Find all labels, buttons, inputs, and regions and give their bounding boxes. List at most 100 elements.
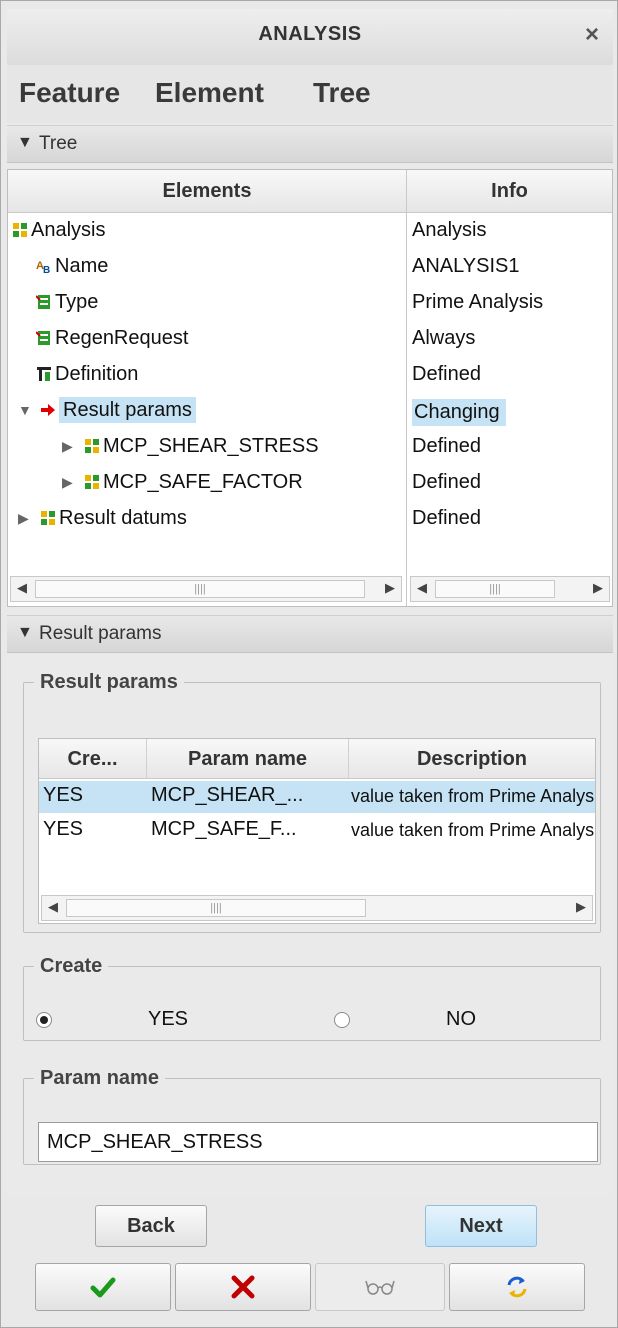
tree-row-mcp-shear-stress[interactable]: ▶ MCP_SHEAR_STRESS Defined <box>8 430 612 466</box>
tree-label: MCP_SHEAR_STRESS <box>103 435 319 457</box>
next-button[interactable]: Next <box>425 1205 537 1247</box>
tree-section-label: Tree <box>39 133 78 154</box>
create-cell: YES <box>43 818 84 840</box>
elements-horizontal-scrollbar[interactable]: ◀ |||| ▶ <box>10 576 402 602</box>
scroll-right-icon[interactable]: ▶ <box>593 580 603 596</box>
tree-label: Result params <box>59 397 196 423</box>
tree-info: Analysis <box>412 219 487 241</box>
menu-bar: Feature Element Tree <box>7 65 613 123</box>
expand-triangle-icon[interactable]: ▶ <box>62 474 73 491</box>
ok-button[interactable] <box>35 1263 171 1311</box>
param-icon <box>85 475 99 489</box>
option-icon <box>36 331 50 345</box>
definition-icon <box>37 367 51 381</box>
elements-column-header[interactable]: Elements <box>8 170 406 213</box>
tree-info: Changing <box>412 399 506 426</box>
tree-info: Defined <box>412 471 481 493</box>
option-icon <box>36 295 50 309</box>
scroll-left-icon[interactable]: ◀ <box>417 580 427 596</box>
tree-row-result-params[interactable]: ▼ Result params Changing <box>8 394 612 430</box>
tree-row-result-datums[interactable]: ▶ Result datums Defined <box>8 502 612 538</box>
param-icon <box>85 439 99 453</box>
result-params-table: Cre... Param name Description YES MCP_SH… <box>38 738 596 924</box>
expand-triangle-icon[interactable]: ▶ <box>62 438 73 455</box>
table-row[interactable]: YES MCP_SAFE_F... value taken from Prime… <box>39 815 595 847</box>
scroll-thumb[interactable]: |||| <box>35 580 365 598</box>
scroll-thumb[interactable]: |||| <box>66 899 366 917</box>
param-name-cell: MCP_SAFE_F... <box>151 818 297 840</box>
params-horizontal-scrollbar[interactable]: ◀ |||| ▶ <box>41 895 593 921</box>
scroll-right-icon[interactable]: ▶ <box>576 899 586 915</box>
tree-label: Analysis <box>31 219 106 241</box>
tree-info: Defined <box>412 435 481 457</box>
tree-info: Defined <box>412 507 481 529</box>
tree-row-name[interactable]: A B Name ANALYSIS1 <box>8 250 612 286</box>
tree-row-analysis[interactable]: Analysis Analysis <box>8 214 612 250</box>
param-name-cell: MCP_SHEAR_... <box>151 784 304 806</box>
info-horizontal-scrollbar[interactable]: ◀ |||| ▶ <box>410 576 610 602</box>
tree-label: Definition <box>55 363 139 385</box>
collapse-triangle-icon[interactable]: ▼ <box>17 134 33 152</box>
tree-label: Result datums <box>59 507 187 529</box>
create-yes-radio[interactable] <box>36 1012 52 1028</box>
checkmark-icon <box>90 1277 116 1298</box>
expand-triangle-icon[interactable]: ▶ <box>18 510 29 527</box>
arrow-icon <box>41 404 55 416</box>
close-icon[interactable]: × <box>585 21 599 49</box>
scroll-thumb[interactable]: |||| <box>435 580 555 598</box>
info-column-header[interactable]: Info <box>407 170 612 213</box>
description-cell: value taken from Prime Analysis <box>351 820 595 840</box>
create-column-header[interactable]: Cre... <box>39 739 147 779</box>
repaint-button[interactable] <box>449 1263 585 1311</box>
text-icon: AB <box>36 260 50 274</box>
tree-label: Name <box>55 255 109 277</box>
tree-section-header[interactable]: ▼ Tree <box>7 125 613 163</box>
glasses-icon <box>365 1280 395 1295</box>
tree-view: Elements Info Analysis Analysis A B Name A… <box>7 169 613 607</box>
table-row[interactable]: YES MCP_SHEAR_... value taken from Prime… <box>39 781 595 813</box>
param-icon <box>41 511 55 525</box>
menu-tree[interactable]: Tree <box>313 77 371 109</box>
tree-label: MCP_SAFE_FACTOR <box>103 471 303 493</box>
create-legend: Create <box>40 955 103 977</box>
tree-row-regenrequest[interactable]: RegenRequest Always <box>8 322 612 358</box>
cancel-button[interactable] <box>175 1263 311 1311</box>
feature-icon <box>13 223 27 237</box>
tree-row-mcp-safe-factor[interactable]: ▶ MCP_SAFE_FACTOR Defined <box>8 466 612 502</box>
x-icon <box>231 1275 255 1299</box>
params-section-header[interactable]: ▼ Result params <box>7 615 613 653</box>
description-column-header[interactable]: Description <box>349 739 595 779</box>
tree-info: Defined <box>412 363 481 385</box>
result-params-legend: Result params <box>40 671 178 693</box>
scroll-left-icon[interactable]: ◀ <box>48 899 58 915</box>
create-no-radio[interactable] <box>334 1012 350 1028</box>
param-name-column-header[interactable]: Param name <box>147 739 349 779</box>
tree-info: Always <box>412 327 476 349</box>
tree-label: Type <box>55 291 99 313</box>
back-button[interactable]: Back <box>95 1205 207 1247</box>
preview-button[interactable] <box>315 1263 445 1311</box>
result-params-panel: Result params Cre... Param name Descript… <box>7 655 613 1195</box>
create-no-label[interactable]: NO <box>446 1008 476 1031</box>
tree-label: RegenRequest <box>55 327 189 349</box>
scroll-right-icon[interactable]: ▶ <box>385 580 395 596</box>
scroll-left-icon[interactable]: ◀ <box>17 580 27 596</box>
title-bar[interactable]: ANALYSIS × <box>7 9 613 66</box>
params-section-label: Result params <box>39 623 162 644</box>
menu-feature[interactable]: Feature <box>19 77 120 109</box>
collapse-triangle-icon[interactable]: ▼ <box>18 402 32 418</box>
menu-element[interactable]: Element <box>155 77 264 109</box>
refresh-icon <box>507 1276 527 1298</box>
create-yes-label[interactable]: YES <box>148 1008 188 1031</box>
tree-row-definition[interactable]: Definition Defined <box>8 358 612 394</box>
analysis-dialog: ANALYSIS × Feature Element Tree ▼ Tree E… <box>0 0 618 1328</box>
tree-info: ANALYSIS1 <box>412 255 520 277</box>
tree-row-type[interactable]: Type Prime Analysis <box>8 286 612 322</box>
collapse-triangle-icon[interactable]: ▼ <box>17 624 33 642</box>
dialog-title: ANALYSIS <box>258 23 362 45</box>
description-cell: value taken from Prime Analysis <box>351 786 595 806</box>
param-name-group: Param name <box>23 1067 601 1165</box>
result-params-group: Result params Cre... Param name Descript… <box>23 671 601 933</box>
param-name-legend: Param name <box>40 1067 159 1089</box>
param-name-input[interactable] <box>38 1122 598 1162</box>
